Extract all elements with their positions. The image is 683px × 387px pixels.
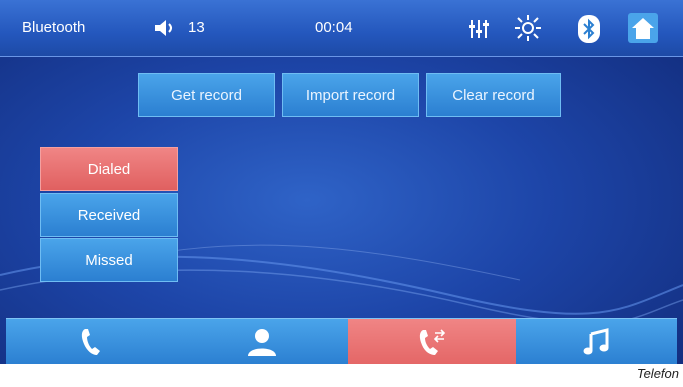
call-log-icon (419, 329, 446, 355)
get-record-button[interactable]: Get record (138, 73, 275, 117)
equalizer-icon[interactable] (469, 20, 489, 38)
contacts-icon (248, 329, 276, 356)
tab-missed[interactable]: Missed (40, 238, 178, 282)
import-record-button[interactable]: Import record (282, 73, 419, 117)
head-unit-screen: Bluetooth 13 00:04 Get record Import rec… (0, 0, 683, 364)
music-icon (583, 328, 608, 355)
dock-contacts-button[interactable] (176, 319, 348, 364)
clear-record-button[interactable]: Clear record (426, 73, 561, 117)
bluetooth-icon[interactable] (578, 15, 600, 43)
clock: 00:04 (315, 19, 353, 36)
dock-call-log-button[interactable] (348, 319, 516, 364)
dock-phone-button[interactable] (6, 319, 176, 364)
dock-music-button[interactable] (516, 319, 677, 364)
tab-received[interactable]: Received (40, 193, 178, 237)
image-caption: Telefon (636, 366, 679, 381)
phone-icon (81, 329, 100, 355)
bottom-dock (6, 318, 677, 364)
speaker-icon[interactable] (154, 19, 180, 37)
tab-dialed[interactable]: Dialed (40, 147, 178, 191)
brightness-icon[interactable] (514, 14, 542, 42)
volume-level: 13 (188, 19, 205, 36)
status-bar: Bluetooth 13 00:04 (0, 0, 683, 57)
app-title: Bluetooth (22, 19, 86, 36)
home-icon[interactable] (628, 13, 658, 43)
